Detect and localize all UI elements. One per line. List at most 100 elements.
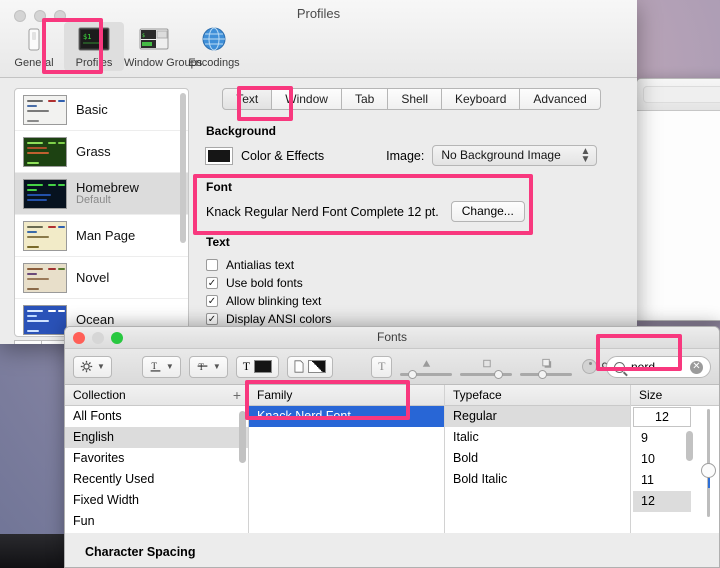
prefs-titlebar: Profiles General $1 Profiles $ Window Gr… bbox=[0, 0, 637, 78]
document-color-button[interactable] bbox=[287, 355, 334, 378]
checkbox-antialias-text[interactable]: Antialias text bbox=[206, 256, 623, 274]
shadow-offset-icon bbox=[542, 358, 552, 368]
add-collection-button[interactable]: + bbox=[233, 385, 241, 405]
toolbar-label-window-groups: Window Groups bbox=[124, 57, 203, 69]
color-effects-label[interactable]: Color & Effects bbox=[241, 149, 324, 163]
size-item-9[interactable]: 9 bbox=[633, 428, 691, 449]
font-search-field[interactable]: nerd ✕ bbox=[606, 356, 711, 378]
size-item-12[interactable]: 12 bbox=[633, 491, 691, 512]
size-slider-knob[interactable] bbox=[701, 463, 716, 488]
collection-column[interactable]: Collection + All Fonts English Favorites… bbox=[65, 385, 249, 533]
fonts-toolbar[interactable]: ▼ T ▼ T ▼ T T nerd ✕ bbox=[65, 349, 719, 385]
fonts-window-controls[interactable] bbox=[73, 332, 123, 344]
collection-item-favorites[interactable]: Favorites bbox=[65, 448, 248, 469]
profile-list-scrollbar[interactable] bbox=[180, 93, 186, 243]
profile-thumbnail bbox=[23, 178, 67, 209]
fonts-panel-title: Fonts bbox=[376, 330, 407, 344]
background-window[interactable] bbox=[636, 78, 720, 321]
profile-row-homebrew[interactable]: Homebrew Default bbox=[15, 173, 188, 215]
tab-text[interactable]: Text bbox=[222, 88, 273, 110]
shadow-blur-control[interactable] bbox=[460, 358, 513, 379]
angle-dial-icon[interactable] bbox=[582, 359, 598, 374]
typeface-item-bold[interactable]: Bold bbox=[445, 448, 630, 469]
size-item-11[interactable]: 11 bbox=[633, 470, 691, 491]
tab-keyboard[interactable]: Keyboard bbox=[442, 88, 521, 110]
fonts-panel[interactable]: Fonts ▼ T ▼ T ▼ T T nerd ✕ Collection + … bbox=[64, 326, 720, 568]
typeface-item-italic[interactable]: Italic bbox=[445, 427, 630, 448]
size-item-10[interactable]: 10 bbox=[633, 449, 691, 470]
svg-text:T: T bbox=[198, 362, 204, 372]
slider-knob[interactable] bbox=[408, 369, 418, 379]
gear-icon bbox=[80, 360, 93, 373]
search-value: nerd bbox=[631, 360, 656, 374]
size-input[interactable]: 12 bbox=[633, 407, 691, 427]
terminal-preferences-window[interactable]: Profiles General $1 Profiles $ Window Gr… bbox=[0, 0, 637, 344]
profile-row-grass[interactable]: Grass bbox=[15, 131, 188, 173]
tab-tab[interactable]: Tab bbox=[341, 88, 389, 110]
strikethrough-button[interactable]: T ▼ bbox=[188, 355, 228, 378]
typeface-item-bold-italic[interactable]: Bold Italic bbox=[445, 469, 630, 490]
checkbox-use-bold-fonts[interactable]: ✓ Use bold fonts bbox=[206, 274, 623, 292]
minimize-button[interactable] bbox=[92, 332, 104, 344]
background-window-titlebar bbox=[637, 79, 720, 111]
size-header-label: Size bbox=[639, 388, 663, 402]
fonts-panel-titlebar: Fonts bbox=[65, 327, 719, 349]
zoom-button[interactable] bbox=[111, 332, 123, 344]
toolbar-item-window-groups[interactable]: $ Window Groups bbox=[124, 22, 203, 71]
toolbar-item-encodings[interactable]: Encodings bbox=[184, 22, 244, 71]
tab-shell[interactable]: Shell bbox=[388, 88, 442, 110]
slider-track[interactable] bbox=[520, 369, 573, 379]
shadow-toggle-button[interactable]: T bbox=[371, 355, 393, 378]
profile-row-basic[interactable]: Basic bbox=[15, 89, 188, 131]
change-font-button[interactable]: Change... bbox=[450, 201, 525, 222]
family-item-knack-nerd-font[interactable]: Knack Nerd Font bbox=[249, 406, 444, 427]
profile-list-buttons[interactable]: + − bbox=[14, 340, 70, 344]
window-groups-icon: $ bbox=[139, 28, 169, 50]
collection-item-fun[interactable]: Fun bbox=[65, 511, 248, 532]
tab-advanced[interactable]: Advanced bbox=[520, 88, 601, 110]
font-browser-columns: Collection + All Fonts English Favorites… bbox=[65, 385, 719, 533]
font-action-menu-button[interactable]: ▼ bbox=[73, 355, 112, 378]
toolbar-label-general: General bbox=[14, 57, 54, 69]
checkbox-box: ✓ bbox=[206, 295, 218, 307]
typeface-header: Typeface bbox=[445, 385, 630, 406]
settings-tabs[interactable]: Text Window Tab Shell Keyboard Advanced bbox=[200, 88, 623, 110]
slider-knob[interactable] bbox=[494, 369, 504, 379]
slider-track[interactable] bbox=[460, 369, 513, 379]
checkbox-box: ✓ bbox=[206, 313, 218, 325]
profile-list[interactable]: Basic Grass Homebrew Default Man Page No… bbox=[14, 88, 189, 337]
prefs-toolbar[interactable]: General $1 Profiles $ Window Groups Enco… bbox=[4, 22, 244, 71]
character-spacing-section: Character Spacing 1 bbox=[65, 533, 719, 567]
profile-row-novel[interactable]: Novel bbox=[15, 257, 188, 299]
collection-scrollbar[interactable] bbox=[239, 411, 246, 463]
collection-item-fixed-width[interactable]: Fixed Width bbox=[65, 490, 248, 511]
toolbar-item-general[interactable]: General bbox=[4, 22, 64, 71]
slider-track[interactable] bbox=[400, 369, 453, 379]
text-color-button[interactable]: T bbox=[235, 355, 280, 378]
size-column[interactable]: Size 12 9 10 11 12 bbox=[631, 385, 719, 533]
collection-item-recently-used[interactable]: Recently Used bbox=[65, 469, 248, 490]
tab-window[interactable]: Window bbox=[272, 88, 342, 110]
typeface-column[interactable]: Typeface Regular Italic Bold Bold Italic bbox=[445, 385, 631, 533]
current-font-value: Knack Regular Nerd Font Complete 12 pt. bbox=[206, 204, 439, 219]
checkbox-allow-blinking-text[interactable]: ✓ Allow blinking text bbox=[206, 292, 623, 310]
close-button[interactable] bbox=[73, 332, 85, 344]
toolbar-item-profiles[interactable]: $1 Profiles bbox=[64, 22, 124, 71]
text-color-swatch bbox=[254, 360, 273, 373]
underline-button[interactable]: T ▼ bbox=[141, 355, 181, 378]
profile-row-man-page[interactable]: Man Page bbox=[15, 215, 188, 257]
shadow-opacity-control[interactable] bbox=[400, 358, 453, 379]
background-image-dropdown[interactable]: No Background Image ▲ ▼ bbox=[432, 145, 598, 166]
collection-item-all-fonts[interactable]: All Fonts bbox=[65, 406, 248, 427]
family-column[interactable]: Family Knack Nerd Font bbox=[249, 385, 445, 533]
shadow-opacity-icon bbox=[422, 359, 431, 367]
add-profile-button[interactable]: + bbox=[14, 340, 42, 344]
slider-knob[interactable] bbox=[538, 369, 548, 379]
typeface-item-regular[interactable]: Regular bbox=[445, 406, 630, 427]
text-letter-icon: T bbox=[242, 359, 251, 373]
shadow-offset-control[interactable] bbox=[520, 358, 573, 379]
collection-item-english[interactable]: English bbox=[65, 427, 248, 448]
size-list-scrollbar[interactable] bbox=[686, 431, 693, 461]
background-color-swatch[interactable] bbox=[205, 146, 233, 165]
clear-icon[interactable]: ✕ bbox=[690, 360, 703, 374]
